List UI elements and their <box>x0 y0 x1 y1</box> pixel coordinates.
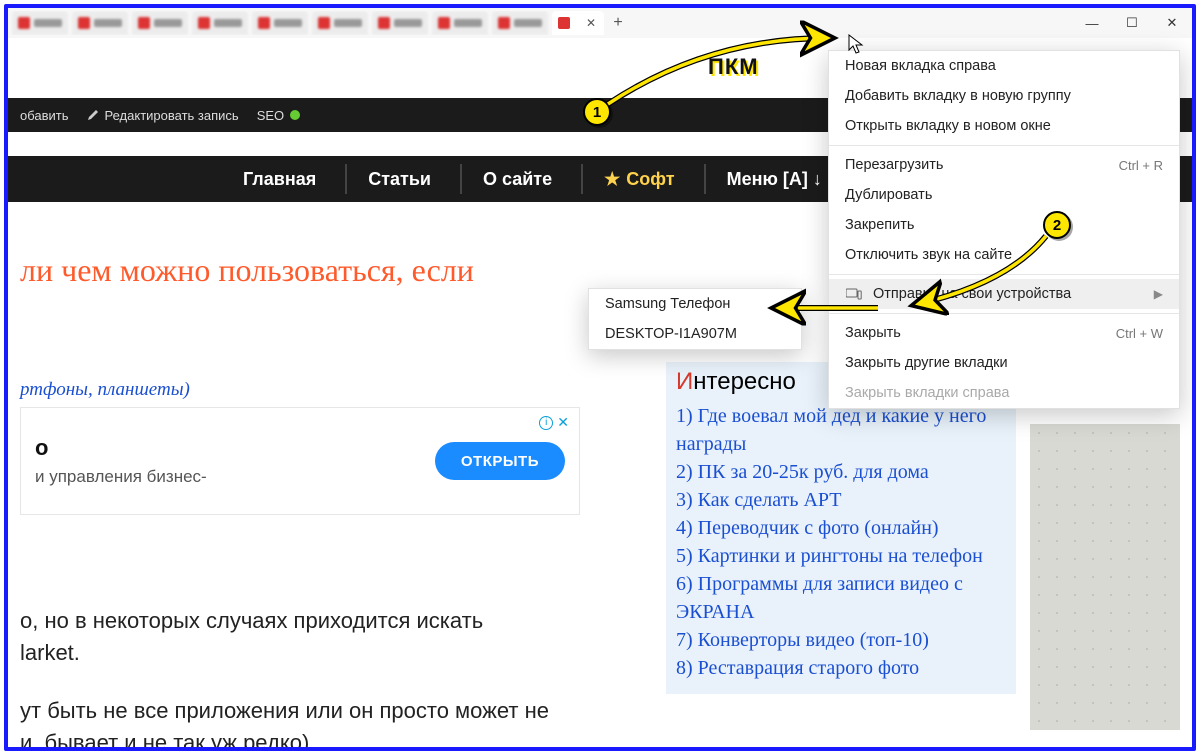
browser-titlebar: ✕ + — ☐ ✕ <box>8 8 1192 38</box>
browser-tab[interactable] <box>252 11 308 35</box>
annotation-badge-2: 2 <box>1043 211 1071 239</box>
menu-open-new-window[interactable]: Открыть вкладку в новом окне <box>829 111 1179 141</box>
ad-close-icon[interactable]: ✕ <box>557 414 569 431</box>
menu-send-to-devices[interactable]: Отправка на свои устройства ▶ <box>829 279 1179 309</box>
seo-status-icon <box>290 110 300 120</box>
window-controls: — ☐ ✕ <box>1072 9 1192 37</box>
nav-articles[interactable]: Статьи <box>348 160 451 198</box>
pencil-icon <box>87 109 99 121</box>
browser-tab[interactable] <box>432 11 488 35</box>
browser-tab-active[interactable]: ✕ <box>552 11 604 35</box>
new-tab-button[interactable]: + <box>608 13 628 33</box>
nav-home[interactable]: Главная <box>223 160 336 198</box>
nav-about[interactable]: О сайте <box>463 160 572 198</box>
tab-close-icon[interactable]: ✕ <box>584 16 598 30</box>
submenu-arrow-icon: ▶ <box>1154 287 1163 301</box>
adminbar-add[interactable]: обавить <box>20 108 69 123</box>
adminbar-edit[interactable]: Редактировать запись <box>87 108 239 123</box>
star-icon: ★ <box>604 169 620 190</box>
menu-mute[interactable]: Отключить звук на сайте <box>829 240 1179 270</box>
cursor-icon <box>848 34 864 56</box>
list-item[interactable]: 7) Конверторы видео (топ-10) <box>676 626 1006 654</box>
list-item[interactable]: 5) Картинки и рингтоны на телефон <box>676 542 1006 570</box>
submenu-device-desktop[interactable]: DESKTOP-I1A907M <box>589 319 801 349</box>
menu-reload[interactable]: ПерезагрузитьCtrl + R <box>829 150 1179 180</box>
window-minimize-button[interactable]: — <box>1072 9 1112 37</box>
browser-tab[interactable] <box>72 11 128 35</box>
shortcut-text: Ctrl + R <box>1119 158 1163 173</box>
ad-subtitle: и управления бизнес- <box>35 467 207 487</box>
tab-strip: ✕ + <box>8 11 1072 35</box>
ad-title: о <box>35 435 207 461</box>
devices-icon <box>845 287 863 301</box>
devices-submenu: Samsung Телефон DESKTOP-I1A907M <box>588 288 802 350</box>
list-item[interactable]: 1) Где воевал мой дед и какие у него наг… <box>676 402 1006 458</box>
nav-menu-a[interactable]: Меню [А] ↓ <box>707 160 842 198</box>
menu-duplicate[interactable]: Дублировать <box>829 180 1179 210</box>
annotation-badge-1: 1 <box>583 98 611 126</box>
list-item[interactable]: 2) ПК за 20-25к руб. для дома <box>676 458 1006 486</box>
submenu-device-phone[interactable]: Samsung Телефон <box>589 289 801 319</box>
tab-context-menu: Новая вкладка справа Добавить вкладку в … <box>828 50 1180 409</box>
annotation-pkm-label: ПКМ <box>708 54 759 80</box>
shortcut-text: Ctrl + W <box>1116 326 1163 341</box>
browser-tab[interactable] <box>132 11 188 35</box>
browser-tab[interactable] <box>312 11 368 35</box>
ad-info-icon[interactable]: i <box>539 416 553 430</box>
menu-pin[interactable]: Закрепить <box>829 210 1179 240</box>
browser-tab[interactable] <box>12 11 68 35</box>
browser-tab[interactable] <box>492 11 548 35</box>
ad-card[interactable]: i ✕ о и управления бизнес- ОТКРЫТЬ <box>20 407 580 515</box>
nav-soft[interactable]: ★Софт <box>584 160 694 198</box>
browser-tab[interactable] <box>192 11 248 35</box>
menu-close-tab[interactable]: ЗакрытьCtrl + W <box>829 318 1179 348</box>
menu-add-to-group[interactable]: Добавить вкладку в новую группу <box>829 81 1179 111</box>
adminbar-seo[interactable]: SEO <box>257 108 300 123</box>
browser-tab[interactable] <box>372 11 428 35</box>
list-item[interactable]: 8) Реставрация старого фото <box>676 654 1006 682</box>
ad-open-button[interactable]: ОТКРЫТЬ <box>435 442 565 480</box>
menu-new-tab-right[interactable]: Новая вкладка справа <box>829 51 1179 81</box>
texture-block <box>1030 424 1180 730</box>
list-item[interactable]: 4) Переводчик с фото (онлайн) <box>676 514 1006 542</box>
list-item[interactable]: 3) Как сделать АРТ <box>676 486 1006 514</box>
list-item[interactable]: 6) Программы для записи видео с ЭКРАНА <box>676 570 1006 626</box>
window-maximize-button[interactable]: ☐ <box>1112 9 1152 37</box>
interesting-sidebar: Интересно 1) Где воевал мой дед и какие … <box>666 362 1016 694</box>
interesting-list: 1) Где воевал мой дед и какие у него наг… <box>676 402 1006 682</box>
menu-close-others[interactable]: Закрыть другие вкладки <box>829 348 1179 378</box>
window-close-button[interactable]: ✕ <box>1152 9 1192 37</box>
menu-close-right: Закрыть вкладки справа <box>829 378 1179 408</box>
